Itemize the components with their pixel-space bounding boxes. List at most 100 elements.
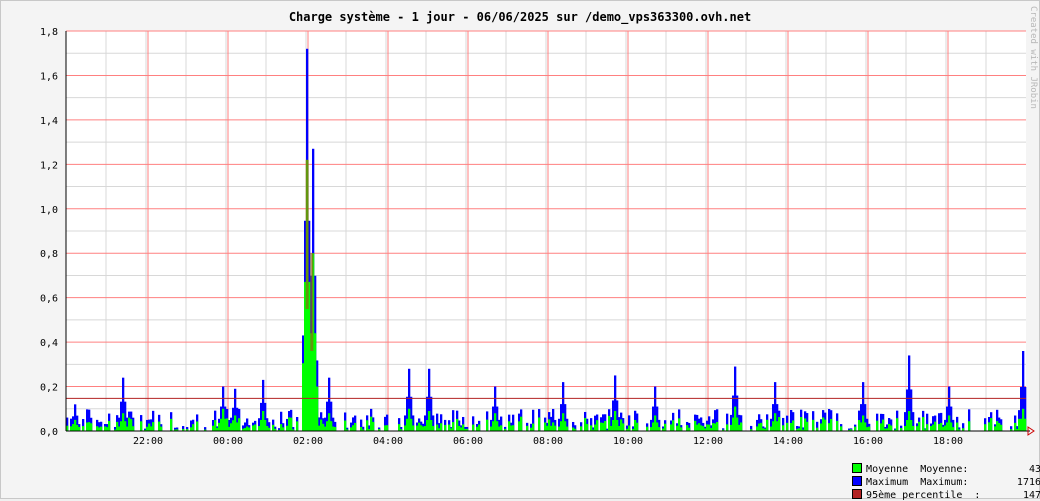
moyenne-bar [782, 425, 785, 431]
moyenne-bar [1018, 418, 1021, 431]
moyenne-bar [896, 418, 899, 431]
moyenne-bar [706, 424, 709, 431]
moyenne-bar [266, 426, 269, 431]
moyenne-bar [656, 422, 659, 431]
moyenne-bar [990, 418, 993, 431]
moyenne-bar [944, 425, 947, 431]
moyenne-bar [320, 419, 323, 431]
moyenne-bar [314, 333, 317, 431]
moyenne-bar [738, 424, 741, 431]
moyenne-bar [866, 427, 869, 431]
moyenne-bar [148, 423, 151, 431]
moyenne-bar [352, 425, 355, 431]
moyenne-bar [760, 422, 763, 431]
moyenne-bar [716, 422, 719, 431]
moyenne-bar [664, 423, 667, 431]
moyenne-bar [230, 423, 233, 431]
moyenne-bar [78, 426, 81, 431]
moyenne-bar [344, 420, 347, 431]
x-tick-label: 02:00 [293, 436, 323, 447]
moyenne-bar [498, 426, 501, 431]
moyenne-bar [476, 426, 479, 431]
moyenne-bar [432, 426, 435, 431]
moyenne-bar [804, 418, 807, 431]
moyenne-bar [1014, 422, 1017, 431]
moyenne-bar [282, 427, 285, 431]
x-tick-label: 06:00 [453, 436, 483, 447]
moyenne-bar [86, 422, 89, 431]
moyenne-bar [316, 386, 319, 431]
moyenne-bar [600, 422, 603, 431]
moyenne-bar [740, 422, 743, 431]
x-tick-label: 18:00 [933, 436, 963, 447]
chart-svg: 0,0 0,2 0,4 0,6 0,8 1,0 1,2 1,4 1,6 1,8 22:00 00:00… [40, 27, 1035, 447]
moyenne-bar [876, 420, 879, 431]
moyenne-bar [106, 427, 109, 431]
moyenne-bar [458, 425, 461, 431]
moyenne-bar [234, 415, 237, 431]
moyenne-bar [264, 420, 267, 431]
moyenne-bar [622, 423, 625, 431]
y-tick-label: 0,4 [40, 338, 58, 349]
moyenne-bar [714, 423, 717, 431]
moyenne-bar [532, 423, 535, 431]
moyenne-bar [410, 418, 413, 431]
moyenne-bar [956, 422, 959, 431]
moyenne-bar [280, 424, 283, 431]
legend-swatch-percentile [852, 489, 863, 499]
moyenne-bar [1022, 408, 1025, 431]
moyenne-bar [104, 426, 107, 431]
moyenne-bar [616, 420, 619, 431]
moyenne-bar [564, 421, 567, 431]
moyenne-bar [786, 422, 789, 431]
moyenne-bar [354, 422, 357, 431]
y-tick-label: 1,2 [40, 160, 58, 171]
moyenne-bar [602, 422, 605, 431]
moyenne-bar [812, 419, 815, 431]
legend-moyenne: Moyenne Moyenne:43 m [840, 452, 1040, 475]
moyenne-bar [228, 426, 231, 431]
moyenne-bar [702, 426, 705, 431]
moyenne-bar [334, 427, 337, 431]
moyenne-bar [88, 422, 91, 431]
moyenne-bar [408, 408, 411, 431]
moyenne-bar [360, 426, 363, 431]
moyenne-bar [252, 425, 255, 431]
moyenne-bar [918, 421, 921, 431]
moyenne-bar [910, 420, 913, 431]
moyenne-bar [694, 420, 697, 431]
moyenne-bar [212, 425, 215, 431]
moyenne-bar [858, 420, 861, 431]
moyenne-bar [948, 415, 951, 431]
moyenne-bar [116, 421, 119, 431]
moyenne-bar [776, 421, 779, 431]
moyenne-bar [670, 424, 673, 431]
moyenne-bar [652, 422, 655, 431]
moyenne-bar [290, 417, 293, 431]
moyenne-bar [580, 426, 583, 431]
moyenne-bar [696, 424, 699, 431]
moyenne-bar [428, 411, 431, 431]
y-tick-label: 1,6 [40, 71, 58, 82]
moyenne-bar [418, 422, 421, 431]
moyenne-bar [636, 422, 639, 431]
moyenne-bar [328, 413, 331, 431]
moyenne-bar [126, 426, 129, 431]
moyenne-bar [152, 422, 155, 431]
moyenne-bar [140, 421, 143, 431]
moyenne-bar [260, 419, 263, 431]
moyenne-bar [214, 420, 217, 431]
moyenne-bar [120, 421, 123, 431]
moyenne-bar [562, 413, 565, 431]
moyenne-bar [520, 416, 523, 431]
moyenne-bar [646, 426, 649, 431]
moyenne-bar [272, 424, 275, 431]
moyenne-bar [680, 427, 683, 431]
moyenne-bar [1024, 418, 1027, 431]
moyenne-bar [950, 422, 953, 431]
moyenne-bar [384, 425, 387, 431]
moyenne-bar [196, 421, 199, 431]
x-tick-label: 10:00 [613, 436, 643, 447]
moyenne-bar [608, 415, 611, 431]
moyenne-bar [792, 420, 795, 431]
